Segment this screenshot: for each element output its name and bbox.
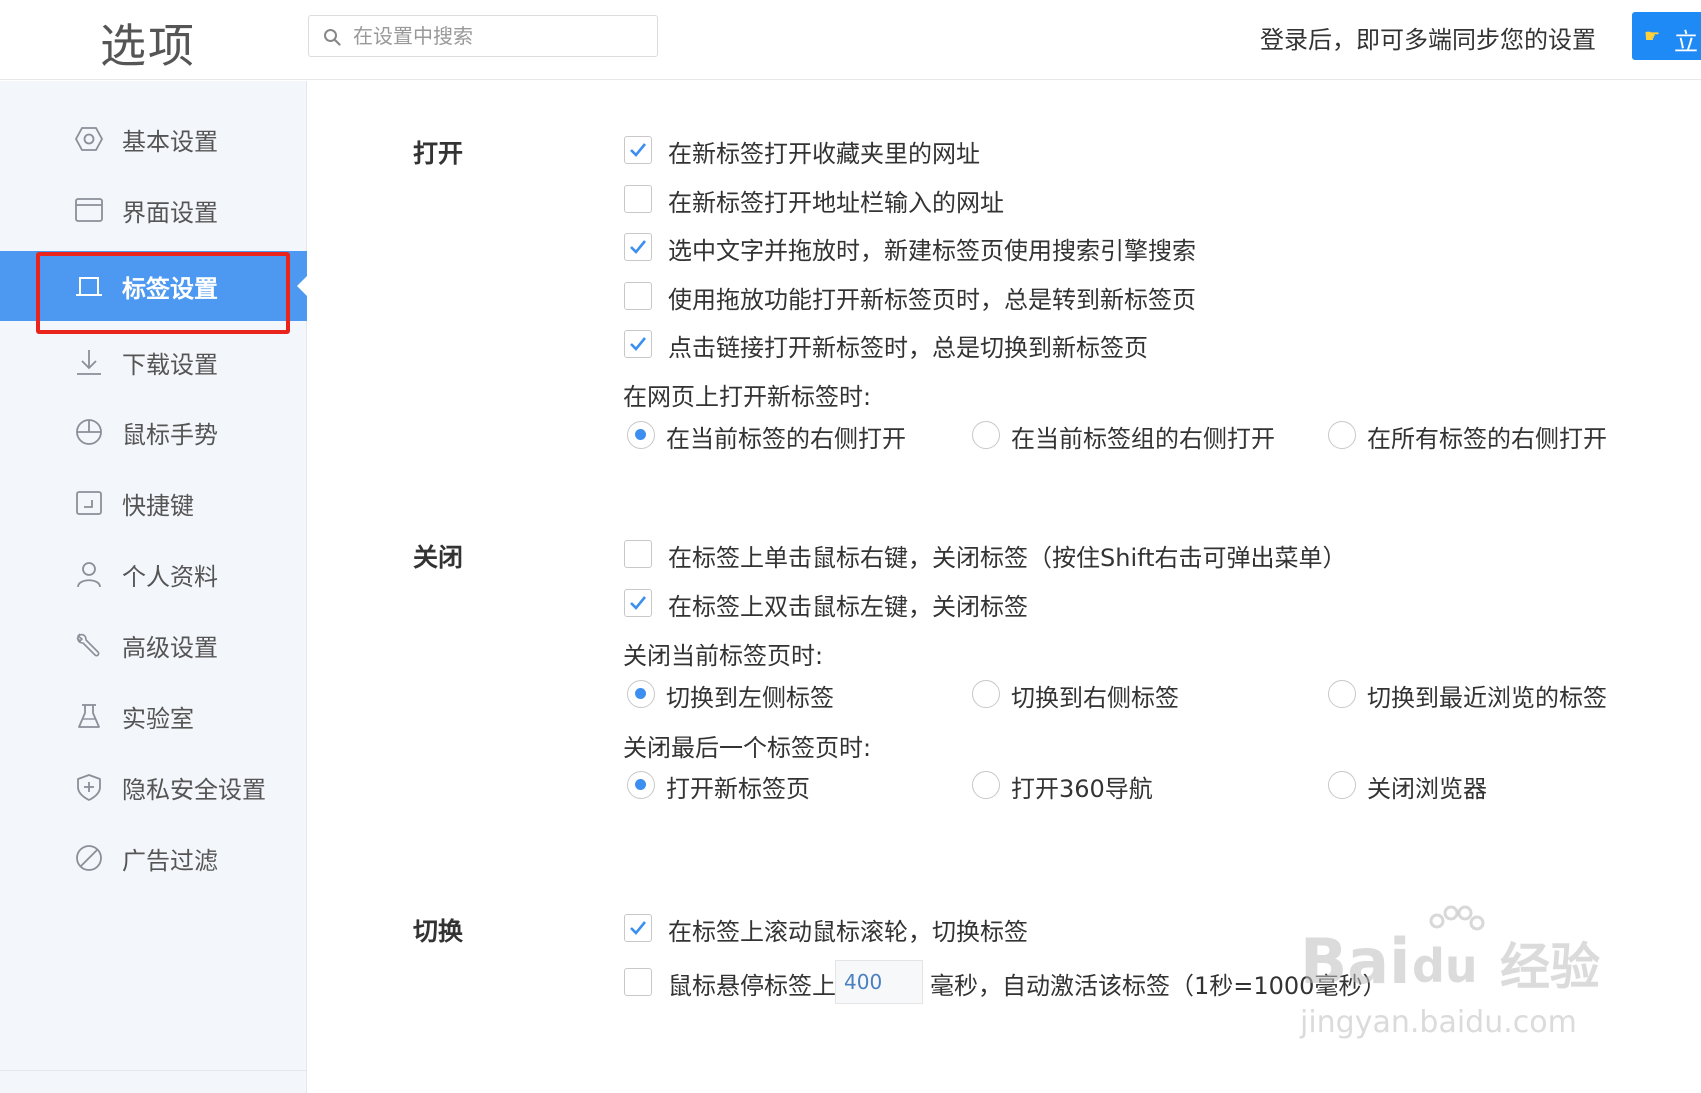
baidu-jingyan-watermark: Bai du 经验 jingyan.baidu.com xyxy=(1300,905,1630,1055)
search-input[interactable] xyxy=(353,22,643,50)
hover-delay-input[interactable] xyxy=(835,960,923,1004)
option-label: 在标签上双击鼠标左键，关闭标签 xyxy=(668,593,1028,621)
option-label: 在标签上单击鼠标右键，关闭标签（按住Shift右击可弹出菜单） xyxy=(668,544,1347,572)
download-icon xyxy=(77,350,101,375)
keyboard-icon xyxy=(76,491,102,515)
radio-label: 切换到左侧标签 xyxy=(666,684,834,712)
option-label: 点击链接打开新标签时，总是切换到新标签页 xyxy=(668,334,1148,362)
checkmark-icon xyxy=(630,596,647,610)
sidebar-item-label: 界面设置 xyxy=(122,199,218,227)
sidebar-item-label: 鼠标手势 xyxy=(122,421,218,449)
radio-label: 在所有标签的右侧打开 xyxy=(1367,425,1607,453)
login-button[interactable]: ☛ 立 xyxy=(1632,12,1701,60)
sidebar-item-advanced[interactable]: 高级设置 xyxy=(0,610,307,680)
radio-button[interactable] xyxy=(972,680,1000,708)
sidebar-item-label: 隐私安全设置 xyxy=(122,776,266,804)
sidebar-item-interface[interactable]: 界面设置 xyxy=(0,175,307,245)
radio-label: 切换到最近浏览的标签 xyxy=(1367,684,1607,712)
radio-button[interactable] xyxy=(627,771,655,799)
paw-print-icon xyxy=(1429,905,1485,931)
option-label: 在新标签打开收藏夹里的网址 xyxy=(668,140,980,168)
radio-label: 关闭浏览器 xyxy=(1367,775,1487,803)
checkbox[interactable] xyxy=(624,185,652,213)
settings-hexagon-icon xyxy=(74,127,104,151)
sidebar-item-label: 快捷键 xyxy=(122,492,194,520)
radio-label: 在当前标签组的右侧打开 xyxy=(1011,425,1275,453)
radio-button[interactable] xyxy=(627,421,655,449)
annotation-highlight-box xyxy=(36,252,290,334)
checkbox[interactable] xyxy=(624,330,652,358)
search-icon xyxy=(324,29,341,46)
sidebar-item-label: 个人资料 xyxy=(122,563,218,591)
radio-button[interactable] xyxy=(972,771,1000,799)
option-label: 选中文字并拖放时，新建标签页使用搜索引擎搜索 xyxy=(668,237,1196,265)
sidebar-item-label: 高级设置 xyxy=(122,634,218,662)
sidebar-item-label: 广告过滤 xyxy=(122,847,218,875)
sidebar-item-lab[interactable]: 实验室 xyxy=(0,681,307,751)
section-title-switch: 切换 xyxy=(413,917,464,946)
active-indicator xyxy=(297,276,307,296)
option-label: 在新标签打开地址栏输入的网址 xyxy=(668,189,1004,217)
checkmark-icon xyxy=(630,337,647,351)
watermark-url: jingyan.baidu.com xyxy=(1300,1005,1577,1040)
checkbox[interactable] xyxy=(624,233,652,261)
radio-label: 打开360导航 xyxy=(1011,775,1153,803)
radio-button[interactable] xyxy=(1328,771,1356,799)
sidebar-item-profile[interactable]: 个人资料 xyxy=(0,539,307,609)
checkbox[interactable] xyxy=(624,968,652,996)
pointing-hand-icon: ☛ xyxy=(1644,26,1661,47)
checkbox[interactable] xyxy=(624,282,652,310)
wrench-icon xyxy=(76,633,100,657)
sidebar-item-shortcuts[interactable]: 快捷键 xyxy=(0,468,307,538)
window-icon xyxy=(75,198,103,222)
sidebar-item-download[interactable]: 下载设置 xyxy=(0,327,307,397)
sidebar-item-label: 下载设置 xyxy=(122,351,218,379)
watermark-brand: Bai xyxy=(1300,925,1411,998)
radio-button[interactable] xyxy=(972,421,1000,449)
block-icon xyxy=(76,845,102,871)
watermark-brand-du: du xyxy=(1412,939,1478,993)
section-title-open: 打开 xyxy=(413,139,464,168)
checkbox[interactable] xyxy=(624,136,652,164)
checkbox[interactable] xyxy=(624,540,652,568)
sync-prompt-text: 登录后，即可多端同步您的设置 xyxy=(1260,26,1596,54)
checkmark-icon xyxy=(630,143,647,157)
login-button-label: 立 xyxy=(1674,28,1698,56)
option-label: 在标签上滚动鼠标滚轮，切换标签 xyxy=(668,918,1028,946)
option-label: 鼠标悬停标签上 xyxy=(668,972,836,1000)
shield-icon xyxy=(77,774,101,801)
sidebar-item-mouse-gesture[interactable]: 鼠标手势 xyxy=(0,397,307,467)
flask-icon xyxy=(78,704,100,728)
checkmark-icon xyxy=(630,921,647,935)
checkbox[interactable] xyxy=(624,589,652,617)
user-icon xyxy=(77,562,101,588)
radio-label: 在当前标签的右侧打开 xyxy=(666,425,906,453)
radio-button[interactable] xyxy=(1328,680,1356,708)
checkmark-icon xyxy=(630,240,647,254)
new-tab-position-label: 在网页上打开新标签时: xyxy=(623,383,872,411)
radio-label: 切换到右侧标签 xyxy=(1011,684,1179,712)
option-label: 使用拖放功能打开新标签页时，总是转到新标签页 xyxy=(668,286,1196,314)
sidebar-divider xyxy=(0,1070,307,1071)
close-current-label: 关闭当前标签页时: xyxy=(623,642,824,670)
radio-label: 打开新标签页 xyxy=(666,775,810,803)
watermark-brand-cn: 经验 xyxy=(1500,938,1600,996)
sidebar-item-label: 基本设置 xyxy=(122,128,218,156)
search-box[interactable] xyxy=(308,15,658,57)
header-bar: 选项 登录后，即可多端同步您的设置 ☛ 立 xyxy=(0,0,1701,80)
mouse-icon xyxy=(76,419,102,445)
checkbox[interactable] xyxy=(624,914,652,942)
close-last-label: 关闭最后一个标签页时: xyxy=(623,734,872,762)
section-title-close: 关闭 xyxy=(413,543,464,572)
radio-button[interactable] xyxy=(1328,421,1356,449)
sidebar-item-basic[interactable]: 基本设置 xyxy=(0,104,307,174)
sidebar-item-adblock[interactable]: 广告过滤 xyxy=(0,823,307,893)
sidebar-item-privacy[interactable]: 隐私安全设置 xyxy=(0,752,307,822)
radio-button[interactable] xyxy=(627,680,655,708)
page-title: 选项 xyxy=(100,19,196,73)
sidebar-item-label: 实验室 xyxy=(122,705,194,733)
